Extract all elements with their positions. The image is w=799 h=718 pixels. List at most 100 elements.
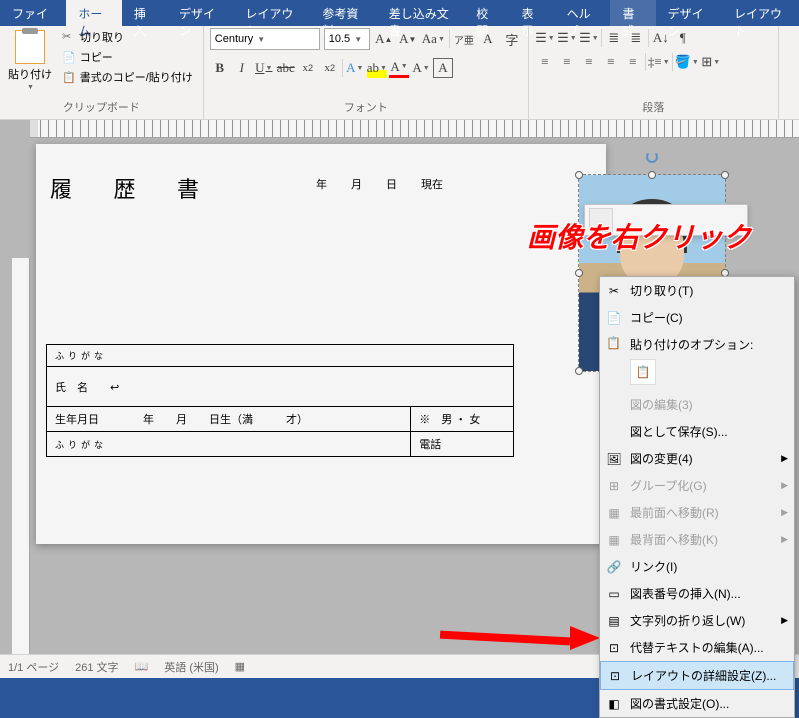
vertical-ruler[interactable] [12,258,30,658]
sort-button[interactable]: A↓ [651,28,671,48]
tab-references[interactable]: 参考資料 [310,0,376,26]
furigana-row-2: ふりがな [47,432,411,457]
macro-icon[interactable]: ▦ [235,660,245,673]
clipboard-group-label: クリップボード [6,97,197,117]
ctx-cut[interactable]: ✂切り取り(T) [600,277,794,304]
paste-button[interactable]: 貼り付け ▼ [6,28,54,93]
link-icon: 🔗 [606,559,622,575]
decrease-indent-button[interactable]: ≣ [604,28,624,48]
character-shading-button[interactable]: A▼ [411,58,431,78]
ctx-copy[interactable]: 📄コピー(C) [600,304,794,331]
document-page[interactable]: 履 歴 書 年月日現在 ふりがな 氏 名 ↩ 生年月日 年 月 日生（満 才） … [36,144,606,544]
ctx-insert-caption[interactable]: ▭図表番号の挿入(N)... [600,580,794,607]
show-marks-button[interactable]: ¶ [673,28,693,48]
shading-button[interactable]: 🪣▼ [675,52,699,72]
chevron-down-icon: ▼ [257,35,265,44]
tab-design[interactable]: デザイン [167,0,233,26]
underline-button[interactable]: U▼ [254,58,274,78]
ctx-group-label: グループ化(G) [630,477,707,494]
enclose-char-button[interactable]: 字 [502,29,522,49]
character-border-button[interactable]: A [433,58,453,78]
tab-layout-2[interactable]: レイアウト [722,0,799,26]
paste-option-button[interactable]: 📋 [630,359,656,385]
bold-button[interactable]: B [210,58,230,78]
numbering-button[interactable]: ☰▼ [557,28,577,48]
ctx-link[interactable]: 🔗リンク(I) [600,553,794,580]
word-count[interactable]: 261 文字 [75,659,118,675]
ctx-layout-advanced[interactable]: ⊡レイアウトの詳細設定(Z)... [600,661,794,690]
align-center-button[interactable]: ≡ [557,52,577,72]
resize-handle[interactable] [575,269,583,277]
page-count[interactable]: 1/1 ページ [8,659,59,675]
italic-button[interactable]: I [232,58,252,78]
proofing-icon[interactable]: 📖 [135,660,149,673]
tab-file[interactable]: ファイル [0,0,66,26]
tab-help[interactable]: ヘルプ [555,0,611,26]
format-painter-button[interactable]: 書式のコピー/貼り付け [58,68,197,86]
strikethrough-button[interactable]: abc [276,58,296,78]
tab-home[interactable]: ホーム [66,0,121,26]
resize-handle[interactable] [575,171,583,179]
ctx-save-as-picture[interactable]: 図として保存(S)... [600,418,794,445]
increase-indent-button[interactable]: ≣ [626,28,646,48]
layout-icon: ⊡ [607,668,623,684]
subscript-button[interactable]: x2 [298,58,318,78]
ctx-change-picture-label: 図の変更(4) [630,450,693,467]
group-icon: ⊞ [606,478,622,494]
borders-button[interactable]: ⊞▼ [701,52,721,72]
ctx-format-picture[interactable]: ◧図の書式設定(O)... [600,690,794,717]
tab-review[interactable]: 校閲 [464,0,509,26]
multilevel-list-button[interactable]: ☰▼ [579,28,599,48]
phonetic-guide-button[interactable]: ア亜 [454,29,474,49]
copy-button[interactable]: コピー [58,48,197,66]
paste-icon [15,30,45,64]
ctx-bring-front-label: 最前面へ移動(R) [630,504,719,521]
text-effects-button[interactable]: A▼ [345,58,365,78]
tab-layout[interactable]: レイアウト [233,0,310,26]
annotation-text: 画像を右クリック [527,216,751,256]
cut-button[interactable]: 切り取り [58,28,197,46]
change-case-button[interactable]: Aa▼ [422,29,445,49]
ctx-copy-label: コピー(C) [630,309,683,326]
resume-title: 履 歴 書 [50,172,217,204]
horizontal-ruler[interactable] [30,120,799,138]
font-color-button[interactable]: A▼ [389,58,409,78]
chevron-down-icon: ▼ [354,35,362,44]
resize-handle[interactable] [721,171,729,179]
align-right-button[interactable]: ≡ [579,52,599,72]
language-status[interactable]: 英語 (米国) [164,659,218,675]
tab-insert[interactable]: 挿入 [122,0,167,26]
tab-mailings[interactable]: 差し込み文書 [377,0,465,26]
font-name-select[interactable]: Century▼ [210,28,320,50]
justify-button[interactable]: ≡ [601,52,621,72]
font-size-value: 10.5 [329,33,350,45]
distribute-button[interactable]: ≡ [623,52,643,72]
font-group-label: フォント [210,97,522,117]
tab-format[interactable]: 書式 [610,0,655,26]
clear-formatting-button[interactable]: A [478,29,498,49]
ctx-alt-text[interactable]: ⊡代替テキストの編集(A)... [600,634,794,661]
highlight-button[interactable]: ab▼ [367,58,387,78]
bullets-button[interactable]: ☰▼ [535,28,555,48]
tab-view[interactable]: 表示 [509,0,554,26]
ctx-wrap-text[interactable]: ▤文字列の折り返し(W)▶ [600,607,794,634]
rotate-handle[interactable] [646,151,658,163]
cut-label: 切り取り [80,29,124,45]
font-group: Century▼ 10.5▼ A▲ A▼ Aa▼ ア亜 A 字 B I U▼ a… [204,26,529,119]
chevron-down-icon: ▼ [27,84,34,91]
copy-label: コピー [80,49,113,65]
resize-handle[interactable] [575,367,583,375]
chevron-right-icon: ▶ [781,507,788,518]
ctx-group: ⊞グループ化(G)▶ [600,472,794,499]
ctx-change-picture[interactable]: 🖼図の変更(4)▶ [600,445,794,472]
shrink-font-button[interactable]: A▼ [398,29,418,49]
tab-design-2[interactable]: デザイン [656,0,722,26]
resize-handle[interactable] [648,171,656,179]
align-left-button[interactable]: ≡ [535,52,555,72]
line-spacing-button[interactable]: ‡≡▼ [648,52,670,72]
phone-cell: 電話 [411,432,514,457]
chevron-right-icon: ▶ [781,615,788,626]
superscript-button[interactable]: x2 [320,58,340,78]
font-size-select[interactable]: 10.5 ▼ [324,28,370,50]
grow-font-button[interactable]: A▲ [374,29,394,49]
